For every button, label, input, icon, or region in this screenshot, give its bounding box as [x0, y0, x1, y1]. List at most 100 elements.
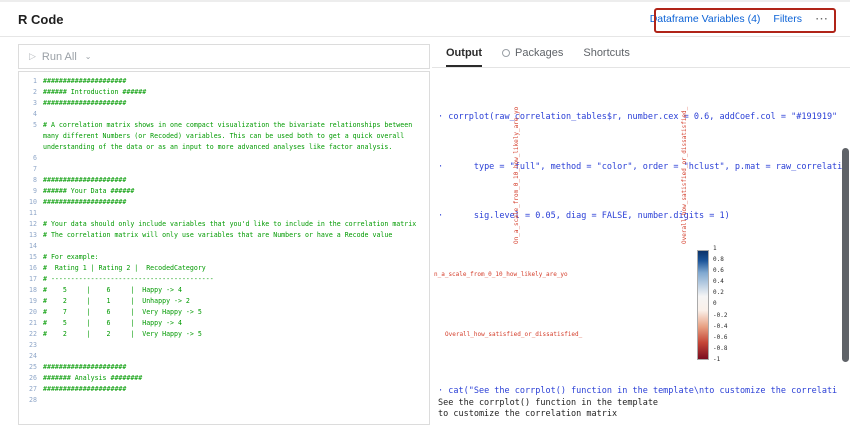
line-number: 1 — [19, 76, 43, 87]
legend-tick: 0.4 — [713, 279, 727, 285]
tab-shortcuts[interactable]: Shortcuts — [583, 40, 629, 67]
code-line: 11 — [19, 208, 429, 219]
line-number: 21 — [19, 318, 43, 329]
code-line: 19 # 2 | 1 | Unhappy -> 2 — [19, 296, 429, 307]
code-editor-panel: ▷ Run All ⌄ 1 ##################### 2 ##… — [18, 44, 430, 425]
line-number: 17 — [19, 274, 43, 285]
code-text: # The correlation matrix will only use v… — [43, 230, 429, 241]
output-code-line: · corrplot(raw_correlation_tables$r, num… — [438, 112, 846, 124]
code-line: 15 # For example: — [19, 252, 429, 263]
code-line: 1 ##################### — [19, 76, 429, 87]
code-line: 17 # -----------------------------------… — [19, 274, 429, 285]
overflow-menu-button[interactable]: ⋯ — [815, 14, 828, 24]
tab-shortcuts-label: Shortcuts — [583, 47, 629, 59]
legend-tick: -0.8 — [713, 346, 727, 352]
code-text: # Rating 1 | Rating 2 | RecodedCategory — [43, 263, 429, 274]
code-line: 25 ##################### — [19, 362, 429, 373]
tab-output[interactable]: Output — [446, 40, 482, 67]
line-number: 16 — [19, 263, 43, 274]
legend-tick: -0.2 — [713, 313, 727, 319]
code-line: 28 — [19, 395, 429, 406]
code-text: # 2 | 1 | Unhappy -> 2 — [43, 296, 429, 307]
line-number: 6 — [19, 153, 43, 164]
code-text: # 5 | 6 | Happy -> 4 — [43, 318, 429, 329]
code-editor[interactable]: 1 ##################### 2 ###### Introdu… — [18, 71, 430, 425]
line-number: 9 — [19, 186, 43, 197]
code-line: 23 — [19, 340, 429, 351]
code-line: 6 — [19, 153, 429, 164]
legend-tick: -0.4 — [713, 324, 727, 330]
line-number: 7 — [19, 164, 43, 175]
code-text: ##################### — [43, 76, 429, 87]
console-output: · cat("See the corrplot() function in th… — [438, 386, 840, 421]
code-text: # --------------------------------------… — [43, 274, 429, 285]
legend-tick: 0 — [713, 301, 727, 307]
code-text: ##################### — [43, 384, 429, 395]
code-text: # A correlation matrix shows in one comp… — [43, 120, 429, 153]
code-line: 22 # 2 | 2 | Very Happy -> 5 — [19, 329, 429, 340]
output-tabs: Output Packages Shortcuts — [432, 40, 850, 68]
tab-packages[interactable]: Packages — [502, 40, 563, 67]
code-text: # 2 | 2 | Very Happy -> 5 — [43, 329, 429, 340]
run-all-button[interactable]: Run All — [42, 51, 77, 63]
output-code-text: corrplot(raw_correlation_tables$r, numbe… — [448, 112, 837, 122]
output-code-line: · sig.level = 0.05, diag = FALSE, number… — [438, 211, 846, 223]
line-number: 5 — [19, 120, 43, 131]
line-number: 15 — [19, 252, 43, 263]
output-code-line: · type = "full", method = "color", order… — [438, 162, 846, 174]
line-number: 14 — [19, 241, 43, 252]
legend-tick: 1 — [713, 246, 727, 252]
legend-tick: 0.6 — [713, 268, 727, 274]
console-code-text: cat("See the corrplot() function in the … — [448, 386, 837, 396]
line-number: 11 — [19, 208, 43, 219]
console-code-line: · cat("See the corrplot() function in th… — [438, 386, 840, 398]
page-title: R Code — [18, 12, 64, 27]
legend-tick: 0.2 — [713, 290, 727, 296]
code-text: ###### Your Data ###### — [43, 186, 429, 197]
code-line: 8 ##################### — [19, 175, 429, 186]
code-line: 9 ###### Your Data ###### — [19, 186, 429, 197]
editor-toolbar: ▷ Run All ⌄ — [18, 44, 430, 69]
code-line: 26 ####### Analysis ######## — [19, 373, 429, 384]
corrplot-row-label: n_a_scale_from_0_10_how_likely_are_yo — [434, 271, 568, 278]
code-line: 7 — [19, 164, 429, 175]
dataframe-variables-link[interactable]: Dataframe Variables (4) — [650, 13, 761, 25]
code-text: ##################### — [43, 197, 429, 208]
line-number: 13 — [19, 230, 43, 241]
legend-tick: -0.6 — [713, 335, 727, 341]
header: R Code Dataframe Variables (4) Filters ⋯ — [0, 0, 850, 37]
code-line: 3 ##################### — [19, 98, 429, 109]
packages-status-icon — [502, 49, 510, 57]
code-line: 27 ##################### — [19, 384, 429, 395]
tab-output-label: Output — [446, 47, 482, 59]
console-result-line: to customize the correlation matrix — [438, 409, 840, 421]
code-line: 4 — [19, 109, 429, 120]
line-number: 25 — [19, 362, 43, 373]
line-marker: · — [438, 386, 443, 396]
header-actions: Dataframe Variables (4) Filters ⋯ — [640, 9, 838, 29]
code-line: 20 # 7 | 6 | Very Happy -> 5 — [19, 307, 429, 318]
legend-tick: 0.8 — [713, 257, 727, 263]
code-text: # 7 | 6 | Very Happy -> 5 — [43, 307, 429, 318]
output-code-block: · corrplot(raw_correlation_tables$r, num… — [432, 68, 850, 261]
code-line: 21 # 5 | 6 | Happy -> 4 — [19, 318, 429, 329]
code-text: ####### Analysis ######## — [43, 373, 429, 384]
code-text: # For example: — [43, 252, 429, 263]
line-number: 12 — [19, 219, 43, 230]
vertical-scrollbar[interactable] — [842, 148, 849, 362]
legend-tick: -1 — [713, 357, 727, 363]
run-play-icon: ▷ — [29, 51, 36, 62]
filters-link[interactable]: Filters — [773, 13, 802, 25]
console-result-line: See the corrplot() function in the templ… — [438, 398, 840, 410]
line-number: 26 — [19, 373, 43, 384]
output-panel: Output Packages Shortcuts · corrplot(raw… — [432, 40, 850, 425]
code-line: 10 ##################### — [19, 197, 429, 208]
corrplot-row-label: Overall_how_satisfied_or_dissatisfied_ — [445, 331, 582, 338]
line-number: 23 — [19, 340, 43, 351]
code-line: 13 # The correlation matrix will only us… — [19, 230, 429, 241]
run-all-caret-icon[interactable]: ⌄ — [85, 52, 92, 61]
line-number: 22 — [19, 329, 43, 340]
code-text: # Your data should only include variable… — [43, 219, 429, 230]
code-line: 18 # 5 | 6 | Happy -> 4 — [19, 285, 429, 296]
tab-packages-label: Packages — [515, 47, 563, 59]
